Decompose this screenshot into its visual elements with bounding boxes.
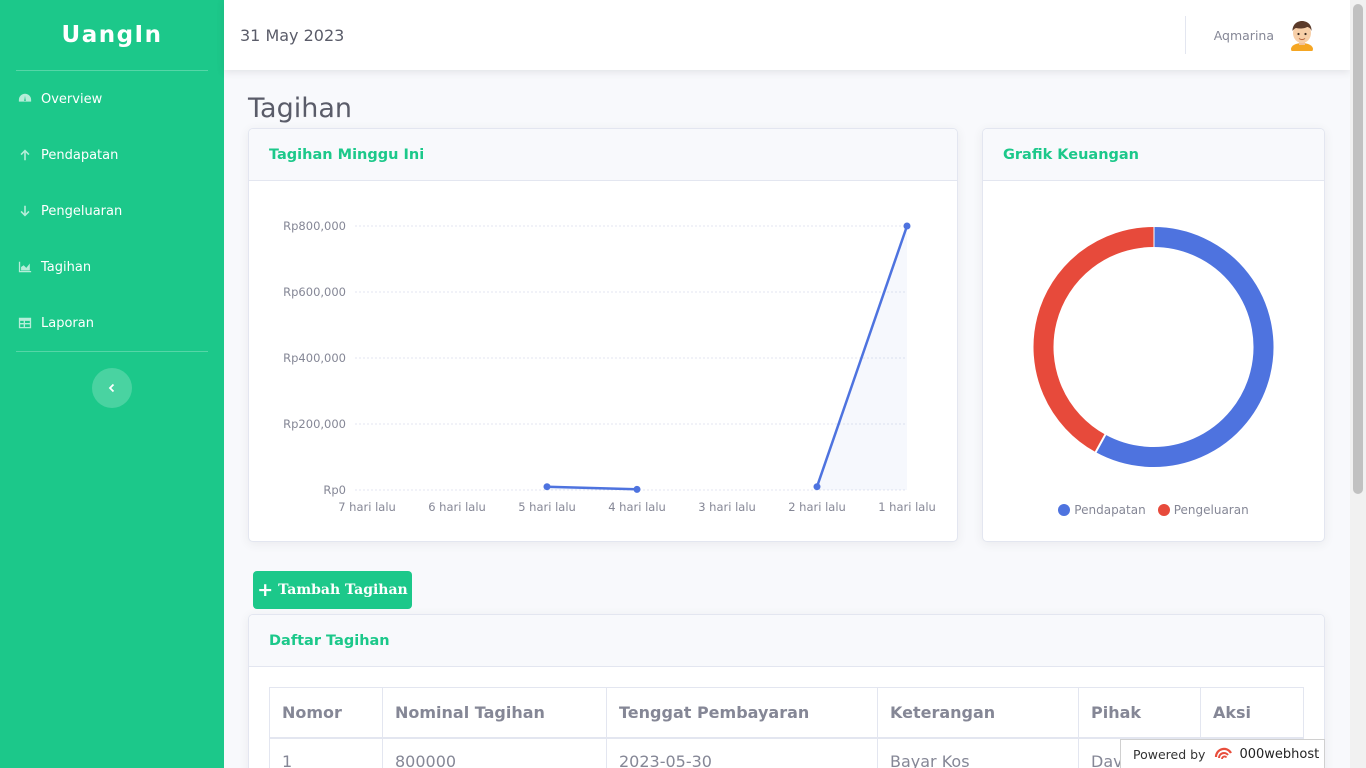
- data-point: [543, 483, 551, 491]
- add-bill-label: Tambah Tagihan: [278, 582, 408, 598]
- page-title: Tagihan: [248, 93, 352, 124]
- legend-label: Pendapatan: [1074, 503, 1146, 517]
- table-header: Keterangan: [877, 687, 1079, 739]
- sidebar-item-label: Pendapatan: [41, 147, 119, 163]
- finance-doughnut-chart: [1033, 226, 1274, 467]
- table-header: Nominal Tagihan: [382, 687, 607, 739]
- card-title: Daftar Tagihan: [249, 615, 1324, 667]
- table-header-row: Nomor Nominal Tagihan Tenggat Pembayaran…: [269, 687, 1304, 739]
- legend-item-pendapatan[interactable]: Pendapatan: [1058, 503, 1146, 517]
- sidebar-toggle-button[interactable]: [92, 368, 132, 408]
- topbar-divider: [1184, 16, 1186, 54]
- sidebar-item-label: Pengeluaran: [41, 203, 123, 219]
- scrollbar-thumb[interactable]: [1353, 4, 1363, 494]
- table-cell: 800000: [382, 737, 607, 768]
- sidebar: UangIn Overview Pendapatan Pengeluaran T…: [0, 0, 224, 768]
- card-title: Tagihan Minggu Ini: [249, 129, 957, 181]
- powered-by-text: Powered by: [1133, 746, 1206, 762]
- table-cell: 2023-05-30: [606, 737, 878, 768]
- chart-legend: Pendapatan Pengeluaran: [983, 503, 1324, 517]
- table-header: Nomor: [269, 687, 383, 739]
- current-date: 31 May 2023: [240, 25, 345, 45]
- x-tick-label: 3 hari lalu: [698, 500, 756, 514]
- webhost-name: 000webhost: [1239, 746, 1320, 762]
- data-point: [633, 485, 641, 493]
- chevron-left-icon: [108, 383, 115, 393]
- topbar: 31 May 2023 Aqmarina: [224, 0, 1350, 70]
- x-tick-label: 2 hari lalu: [788, 500, 846, 514]
- sidebar-item-tagihan[interactable]: Tagihan: [0, 239, 224, 295]
- sidebar-item-pengeluaran[interactable]: Pengeluaran: [0, 183, 224, 239]
- x-tick-label: 4 hari lalu: [608, 500, 666, 514]
- gauge-icon: [17, 91, 33, 107]
- x-tick-label: 6 hari lalu: [428, 500, 486, 514]
- add-bill-button[interactable]: + Tambah Tagihan: [253, 571, 412, 609]
- table-header: Aksi: [1200, 687, 1304, 739]
- data-point: [903, 222, 911, 230]
- brand-logo[interactable]: UangIn: [0, 0, 224, 70]
- user-name[interactable]: Aqmarina: [1214, 28, 1274, 43]
- sidebar-item-pendapatan[interactable]: Pendapatan: [0, 127, 224, 183]
- x-tick-label: 7 hari lalu: [338, 500, 396, 514]
- table-header: Pihak: [1078, 687, 1201, 739]
- legend-label: Pengeluaran: [1173, 503, 1249, 517]
- y-tick-label: Rp600,000: [283, 285, 346, 299]
- arrow-down-icon: [17, 203, 33, 219]
- x-tick-label: 1 hari lalu: [878, 500, 936, 514]
- arrow-up-icon: [17, 147, 33, 163]
- table-cell: 1: [269, 737, 383, 768]
- weekly-bills-card: Tagihan Minggu Ini Rp0 Rp200,000 Rp400,000…: [248, 128, 958, 542]
- sidebar-item-laporan[interactable]: Laporan: [0, 295, 224, 351]
- plus-icon: +: [257, 579, 274, 601]
- legend-dot: [1157, 504, 1170, 516]
- sidebar-item-label: Laporan: [41, 315, 94, 331]
- y-tick-label: Rp800,000: [283, 219, 346, 233]
- doughnut-slice: [1095, 227, 1274, 467]
- sidebar-divider: [16, 351, 208, 352]
- doughnut-slice: [1033, 227, 1154, 453]
- y-tick-label: Rp400,000: [283, 351, 346, 365]
- y-tick-label: Rp200,000: [283, 417, 346, 431]
- y-tick-label: Rp0: [323, 483, 346, 497]
- table-cell: Bayar Kos: [877, 737, 1079, 768]
- table-icon: [17, 315, 33, 331]
- sidebar-item-label: Tagihan: [41, 259, 92, 275]
- powered-by-badge[interactable]: Powered by 000webhost: [1120, 739, 1325, 768]
- avatar[interactable]: [1286, 19, 1318, 51]
- sidebar-item-label: Overview: [41, 91, 103, 107]
- data-point: [813, 483, 821, 491]
- x-tick-label: 5 hari lalu: [518, 500, 576, 514]
- table-header: Tenggat Pembayaran: [606, 687, 878, 739]
- sidebar-item-overview[interactable]: Overview: [0, 71, 224, 127]
- legend-dot: [1058, 504, 1071, 516]
- legend-item-pengeluaran[interactable]: Pengeluaran: [1157, 503, 1249, 517]
- card-title: Grafik Keuangan: [983, 129, 1324, 181]
- webhost-logo-icon: [1215, 747, 1233, 760]
- finance-chart-card: Grafik Keuangan Pendapatan Pengeluaran: [982, 128, 1325, 542]
- area-chart-icon: [17, 259, 33, 275]
- weekly-bills-line-chart: Rp0 Rp200,000 Rp400,000 Rp600,000 Rp800,000 7…: [283, 219, 936, 514]
- page-scrollbar[interactable]: [1350, 0, 1366, 768]
